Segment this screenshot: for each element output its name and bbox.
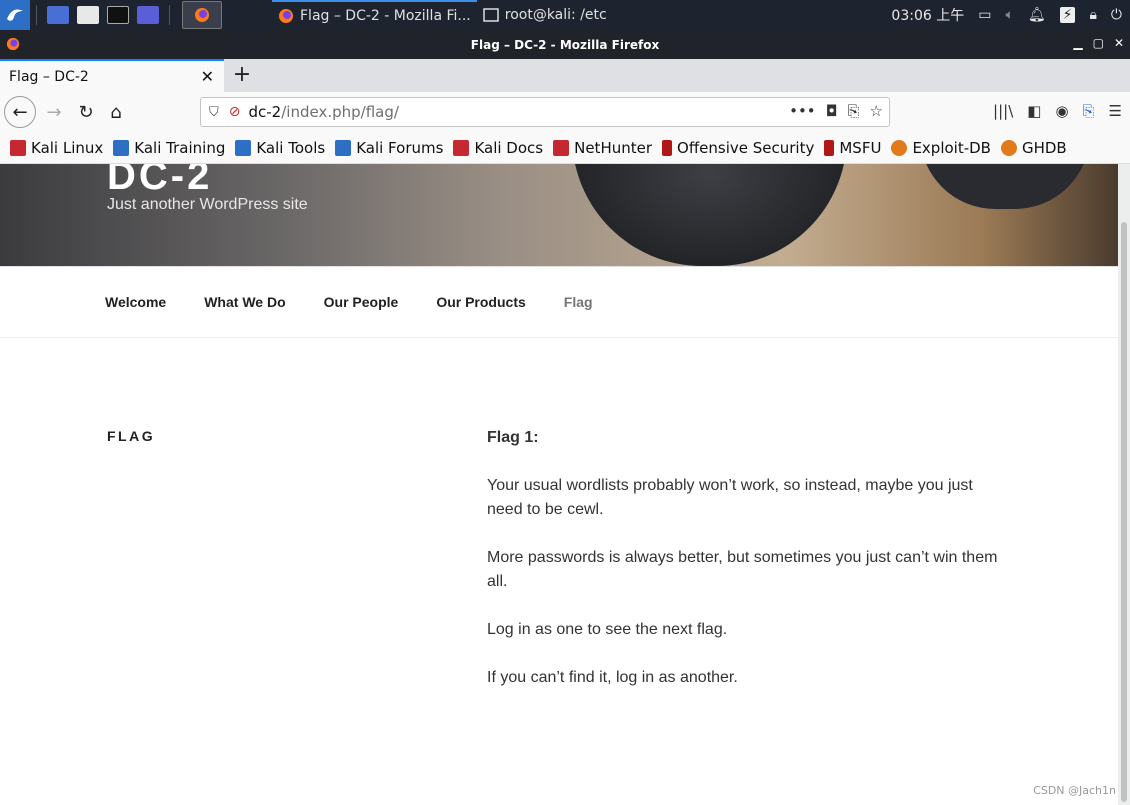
nethunter-icon (553, 139, 570, 156)
taskbar-label: Flag – DC-2 - Mozilla Fi... (300, 8, 471, 24)
forward-button[interactable]: → (38, 96, 70, 128)
bookmark-kali-forums[interactable]: Kali Forums (335, 139, 443, 157)
bookmark-kali-tools[interactable]: Kali Tools (235, 139, 325, 157)
file-manager-icon[interactable] (77, 6, 99, 24)
bookmark-exploit-db[interactable]: Exploit-DB (891, 139, 991, 157)
reload-button[interactable]: ↻ (70, 96, 102, 128)
menu-icon[interactable]: ☰ (1109, 102, 1122, 120)
bookmark-star-icon[interactable]: ☆ (870, 102, 883, 120)
main-navigation: Welcome What We Do Our People Our Produc… (0, 266, 1118, 338)
tab-strip: Flag – DC-2 ✕ + (0, 59, 1130, 92)
nav-item-flag[interactable]: Flag (564, 294, 593, 310)
sidebar-icon[interactable]: ◧ (1027, 102, 1041, 120)
lock-icon[interactable]: 🔒︎ (1089, 7, 1096, 23)
taskbar-terminal[interactable]: root@kali: /etc (477, 0, 613, 30)
content-paragraph: More passwords is always better, but som… (487, 549, 998, 590)
bookmark-ghdb[interactable]: GHDB (1000, 139, 1067, 157)
content-paragraph: If you can’t find it, log in as another. (487, 669, 738, 686)
scrollbar-thumb[interactable] (1121, 222, 1127, 802)
home-button[interactable]: ⌂ (100, 96, 132, 128)
workspace-icon[interactable] (47, 6, 69, 24)
volume-icon[interactable]: 🔈︎ (1005, 7, 1013, 23)
terminal-icon[interactable] (107, 6, 129, 24)
tab-flag-dc2[interactable]: Flag – DC-2 ✕ (0, 59, 224, 92)
kali-docs-icon (453, 139, 470, 156)
account-icon[interactable]: ◉ (1055, 102, 1068, 120)
terminal-icon (483, 8, 499, 22)
window-title: Flag – DC-2 - Mozilla Firefox (470, 37, 660, 52)
close-tab-icon[interactable]: ✕ (201, 67, 214, 86)
url-path: /index.php/flag/ (281, 103, 399, 121)
bookmark-kali-linux[interactable]: Kali Linux (10, 139, 103, 157)
url-bar[interactable]: ⛉ ⊘ dc-2 /index.php/flag/ ••• ◘ ⎘ ☆ (200, 97, 890, 127)
watermark: CSDN @Jach1n (1033, 784, 1116, 797)
nav-item-what-we-do[interactable]: What We Do (204, 294, 285, 310)
notification-bell-icon[interactable]: 🔔︎ (1028, 7, 1046, 23)
site-title[interactable]: DC-2 (107, 164, 212, 199)
offsec-icon (824, 139, 835, 156)
taskbar-firefox[interactable]: Flag – DC-2 - Mozilla Fi... (272, 0, 477, 30)
nav-item-welcome[interactable]: Welcome (105, 294, 166, 310)
firefox-icon (279, 9, 293, 23)
library-icon[interactable]: |||\ (993, 102, 1013, 120)
clock[interactable]: 03:06 上午 (891, 5, 964, 25)
bookmark-kali-training[interactable]: Kali Training (113, 139, 225, 157)
url-host: dc-2 (248, 103, 282, 121)
shield-icon[interactable]: ⛉ (209, 105, 219, 120)
offsec-icon (662, 139, 673, 156)
screen-recorder-icon[interactable] (137, 6, 159, 24)
flag-heading: Flag 1: (487, 429, 539, 446)
navigation-toolbar: ← → ↻ ⌂ ⛉ ⊘ dc-2 /index.php/flag/ ••• ◘ … (0, 92, 1130, 132)
maximize-button[interactable]: ▢ (1093, 36, 1104, 50)
plant-pot-image (572, 164, 847, 266)
kali-icon (113, 139, 130, 156)
battery-icon[interactable]: ⚡ (1059, 7, 1076, 23)
pocket-icon[interactable]: ◘ (826, 102, 838, 120)
insecure-connection-icon[interactable]: ⊘ (229, 104, 241, 120)
translate-icon[interactable]: ⎘ (848, 102, 860, 120)
window-titlebar: Flag – DC-2 - Mozilla Firefox ▁ ▢ ✕ (0, 30, 1130, 59)
firefox-icon (6, 37, 20, 51)
page-scrollbar[interactable] (1118, 164, 1130, 805)
nav-item-our-people[interactable]: Our People (324, 294, 399, 310)
power-icon[interactable]: ⏻ (1111, 7, 1122, 23)
bookmark-msfu[interactable]: MSFU (824, 139, 881, 157)
tab-label: Flag – DC-2 (9, 68, 89, 85)
bookmark-kali-docs[interactable]: Kali Docs (453, 139, 543, 157)
display-icon[interactable]: ▭ (978, 7, 991, 23)
translate-extension-icon[interactable]: ⎘ (1083, 102, 1095, 120)
ghdb-icon (1000, 139, 1017, 156)
page-title: FLAG (107, 428, 156, 444)
taskbar-label: root@kali: /etc (504, 7, 607, 23)
bookmark-nethunter[interactable]: NetHunter (553, 139, 652, 157)
close-window-button[interactable]: ✕ (1114, 36, 1124, 50)
plant-pot-image (920, 164, 1090, 209)
content-paragraph: Log in as one to see the next flag. (487, 621, 728, 638)
back-button[interactable]: ← (4, 96, 36, 128)
page-actions-icon[interactable]: ••• (789, 102, 816, 120)
kali-icon (10, 139, 26, 156)
page-content: Flag 1: Your usual wordlists probably wo… (487, 426, 1007, 714)
header-image: DC-2 Just another WordPress site (0, 164, 1118, 266)
desktop-panel: Flag – DC-2 - Mozilla Fi... root@kali: /… (0, 0, 1130, 30)
content-paragraph: Your usual wordlists probably won’t work… (487, 477, 973, 518)
kali-menu-icon[interactable] (0, 0, 30, 30)
site-tagline: Just another WordPress site (107, 196, 308, 213)
bookmark-offensive-security[interactable]: Offensive Security (662, 139, 814, 157)
firefox-launcher-icon[interactable] (182, 1, 222, 29)
bookmarks-toolbar: Kali Linux Kali Training Kali Tools Kali… (0, 132, 1130, 164)
nav-item-our-products[interactable]: Our Products (436, 294, 525, 310)
minimize-button[interactable]: ▁ (1073, 36, 1082, 50)
new-tab-button[interactable]: + (230, 62, 254, 87)
kali-icon (335, 139, 352, 156)
kali-icon (235, 139, 252, 156)
exploit-db-icon (891, 139, 908, 156)
page-viewport: DC-2 Just another WordPress site Welcome… (0, 164, 1118, 805)
